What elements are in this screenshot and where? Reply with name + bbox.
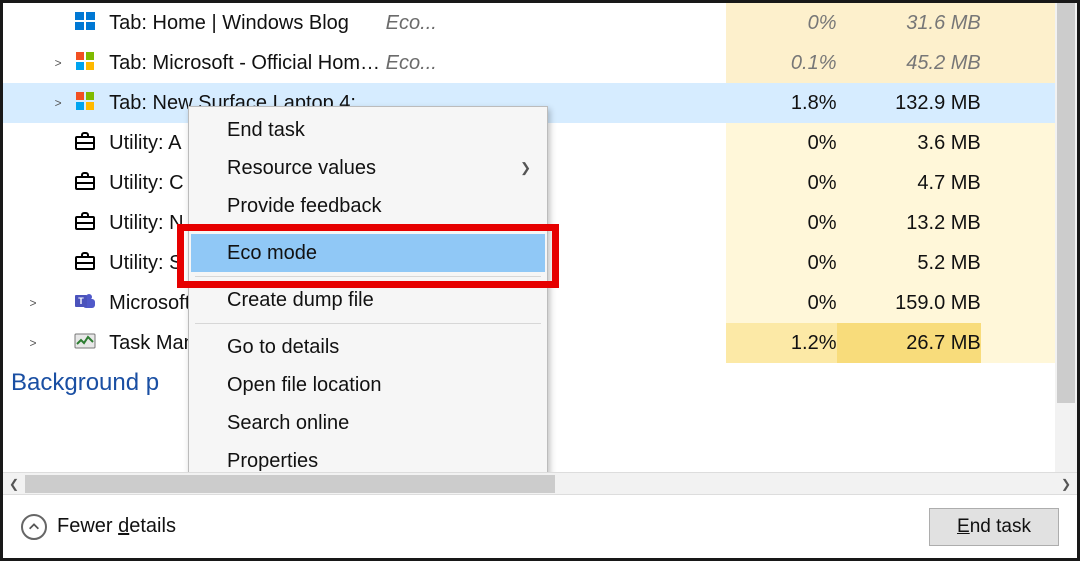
fewer-details-toggle[interactable]: Fewer details — [21, 514, 176, 540]
memory-cell: 13.2 MB — [837, 203, 981, 243]
footer-bar: Fewer details End task — [3, 494, 1077, 558]
cpu-cell: 0% — [726, 203, 836, 243]
memory-cell: 5.2 MB — [837, 243, 981, 283]
ms-square-icon — [73, 43, 109, 83]
scroll-left-icon[interactable]: ❮ — [3, 473, 25, 495]
menu-separator — [195, 276, 541, 277]
context-menu: End task Resource values ❯ Provide feedb… — [188, 106, 548, 485]
expander-icon — [43, 203, 73, 243]
chevron-up-icon — [21, 514, 47, 540]
memory-cell: 4.7 MB — [837, 163, 981, 203]
horizontal-scrollbar[interactable]: ❮ ❯ — [3, 472, 1077, 494]
vertical-scrollbar[interactable] — [1055, 3, 1077, 472]
cpu-cell: 0% — [726, 3, 836, 43]
briefcase-icon — [73, 163, 109, 203]
vertical-scrollbar-thumb[interactable] — [1057, 3, 1075, 403]
table-row[interactable]: Tab: Home | Windows BlogEco...0%31.6 MB0 — [3, 3, 1077, 43]
process-name: Tab: Home | Windows Blog — [109, 3, 386, 43]
cpu-cell: 0.1% — [726, 43, 836, 83]
expander-icon[interactable]: > — [23, 283, 43, 323]
menu-search-online[interactable]: Search online — [191, 404, 545, 442]
task-manager-window: Tab: Home | Windows BlogEco...0%31.6 MB0… — [0, 0, 1080, 561]
expander-icon — [43, 163, 73, 203]
process-list-area: Tab: Home | Windows BlogEco...0%31.6 MB0… — [3, 3, 1077, 494]
memory-cell: 45.2 MB — [837, 43, 981, 83]
briefcase-icon — [73, 203, 109, 243]
process-name: Tab: Microsoft - Official Home Pag... — [109, 43, 386, 83]
expander-icon[interactable]: > — [23, 323, 43, 363]
taskmgr-icon — [73, 323, 109, 363]
menu-end-task[interactable]: End task — [191, 111, 545, 149]
svg-text:T: T — [78, 296, 84, 306]
menu-resource-values-label: Resource values — [227, 157, 376, 180]
menu-go-to-details[interactable]: Go to details — [191, 328, 545, 366]
horizontal-scrollbar-thumb[interactable] — [25, 475, 555, 493]
menu-eco-mode[interactable]: Eco mode — [191, 234, 545, 272]
menu-separator — [195, 229, 541, 230]
expander-icon[interactable]: > — [43, 43, 73, 83]
scroll-right-icon[interactable]: ❯ — [1055, 473, 1077, 495]
menu-provide-feedback[interactable]: Provide feedback — [191, 187, 545, 225]
menu-separator — [195, 323, 541, 324]
expander-icon — [43, 3, 73, 43]
memory-cell: 132.9 MB — [837, 83, 981, 123]
fewer-details-label: Fewer details — [57, 515, 176, 538]
briefcase-icon — [73, 123, 109, 163]
teams-icon: T — [73, 283, 109, 323]
menu-resource-values[interactable]: Resource values ❯ — [191, 149, 545, 187]
briefcase-icon — [73, 243, 109, 283]
process-status: Eco... — [386, 43, 727, 83]
menu-open-file-location[interactable]: Open file location — [191, 366, 545, 404]
chevron-right-icon: ❯ — [520, 160, 531, 176]
cpu-cell: 0% — [726, 163, 836, 203]
expander-icon — [43, 243, 73, 283]
memory-cell: 26.7 MB — [837, 323, 981, 363]
cpu-cell: 0% — [726, 283, 836, 323]
cpu-cell: 0% — [726, 123, 836, 163]
process-status: Eco... — [386, 3, 727, 43]
expander-icon — [43, 123, 73, 163]
expander-icon[interactable]: > — [43, 83, 73, 123]
windows-flag-icon — [73, 3, 109, 43]
end-task-button[interactable]: End task — [929, 508, 1059, 546]
cpu-cell: 1.2% — [726, 323, 836, 363]
memory-cell: 31.6 MB — [837, 3, 981, 43]
menu-create-dump[interactable]: Create dump file — [191, 281, 545, 319]
ms-square-icon — [73, 83, 109, 123]
table-row[interactable]: > Tab: Microsoft - Official Home Pag...Ec… — [3, 43, 1077, 83]
cpu-cell: 0% — [726, 243, 836, 283]
memory-cell: 3.6 MB — [837, 123, 981, 163]
memory-cell: 159.0 MB — [837, 283, 981, 323]
cpu-cell: 1.8% — [726, 83, 836, 123]
